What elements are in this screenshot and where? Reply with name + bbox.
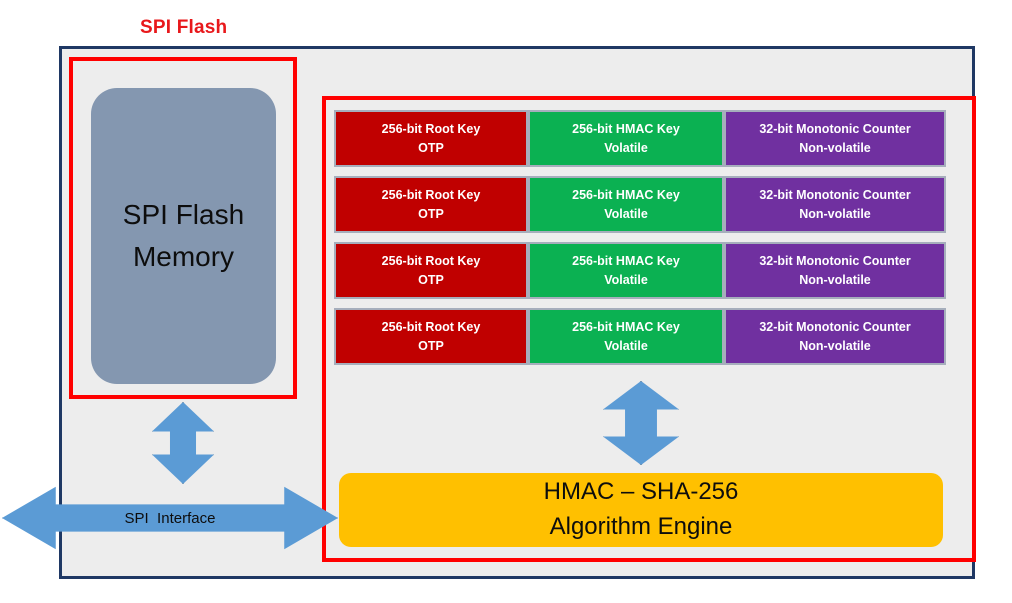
- monotonic-counter-cell: 32-bit Monotonic Counter Non-volatile: [724, 176, 946, 233]
- counter-line1: 32-bit Monotonic Counter: [759, 188, 911, 203]
- hmac-key-cell: 256-bit HMAC Key Volatile: [528, 110, 724, 167]
- counter-line2: Non-volatile: [799, 140, 871, 155]
- key-slot-grid: 256-bit Root Key OTP 256-bit HMAC Key Vo…: [334, 110, 946, 365]
- spi-flash-section-label: SPI Flash: [140, 17, 228, 38]
- root-key-line2: OTP: [418, 206, 444, 221]
- root-key-line1: 256-bit Root Key: [381, 254, 481, 269]
- hmac-key-line2: Volatile: [604, 338, 648, 353]
- spi-flash-memory-box: SPI Flash Memory: [91, 88, 276, 384]
- key-slot-row: 256-bit Root Key OTP 256-bit HMAC Key Vo…: [334, 110, 946, 167]
- root-key-line2: OTP: [418, 272, 444, 287]
- root-key-line1: 256-bit Root Key: [381, 320, 481, 335]
- hmac-key-cell: 256-bit HMAC Key Volatile: [528, 242, 724, 299]
- hmac-engine-line2: Algorithm Engine: [549, 513, 733, 540]
- hmac-algorithm-engine-box: HMAC – SHA-256 Algorithm Engine: [339, 473, 943, 547]
- root-key-cell: 256-bit Root Key OTP: [334, 110, 528, 167]
- spi-flash-memory-line2: Memory: [132, 241, 235, 272]
- monotonic-counter-cell: 32-bit Monotonic Counter Non-volatile: [724, 242, 946, 299]
- root-key-cell: 256-bit Root Key OTP: [334, 308, 528, 365]
- counter-line2: Non-volatile: [799, 272, 871, 287]
- hmac-engine-line1: HMAC – SHA-256: [543, 478, 739, 506]
- hmac-key-cell: 256-bit HMAC Key Volatile: [528, 176, 724, 233]
- monotonic-counter-cell: 32-bit Monotonic Counter Non-volatile: [724, 110, 946, 167]
- spi-flash-memory-line1: SPI Flash: [122, 199, 245, 230]
- root-key-line1: 256-bit Root Key: [381, 188, 481, 203]
- root-key-line1: 256-bit Root Key: [381, 122, 481, 137]
- counter-line2: Non-volatile: [799, 206, 871, 221]
- counter-line1: 32-bit Monotonic Counter: [759, 320, 911, 335]
- hmac-key-line2: Volatile: [604, 140, 648, 155]
- counter-line1: 32-bit Monotonic Counter: [759, 254, 911, 269]
- hmac-key-line1: 256-bit HMAC Key: [572, 188, 680, 203]
- root-key-line2: OTP: [418, 338, 444, 353]
- hmac-key-line2: Volatile: [604, 206, 648, 221]
- counter-line2: Non-volatile: [799, 338, 871, 353]
- hmac-key-line2: Volatile: [604, 272, 648, 287]
- hmac-key-line1: 256-bit HMAC Key: [572, 122, 680, 137]
- root-key-cell: 256-bit Root Key OTP: [334, 242, 528, 299]
- hmac-key-line1: 256-bit HMAC Key: [572, 254, 680, 269]
- diagram-canvas: SPI Flash Authentication IC SPI Flash Me…: [0, 0, 1012, 603]
- counter-line1: 32-bit Monotonic Counter: [759, 122, 911, 137]
- monotonic-counter-cell: 32-bit Monotonic Counter Non-volatile: [724, 308, 946, 365]
- hmac-key-cell: 256-bit HMAC Key Volatile: [528, 308, 724, 365]
- root-key-cell: 256-bit Root Key OTP: [334, 176, 528, 233]
- key-slot-row: 256-bit Root Key OTP 256-bit HMAC Key Vo…: [334, 308, 946, 365]
- key-slot-row: 256-bit Root Key OTP 256-bit HMAC Key Vo…: [334, 176, 946, 233]
- key-slot-row: 256-bit Root Key OTP 256-bit HMAC Key Vo…: [334, 242, 946, 299]
- hmac-key-line1: 256-bit HMAC Key: [572, 320, 680, 335]
- root-key-line2: OTP: [418, 140, 444, 155]
